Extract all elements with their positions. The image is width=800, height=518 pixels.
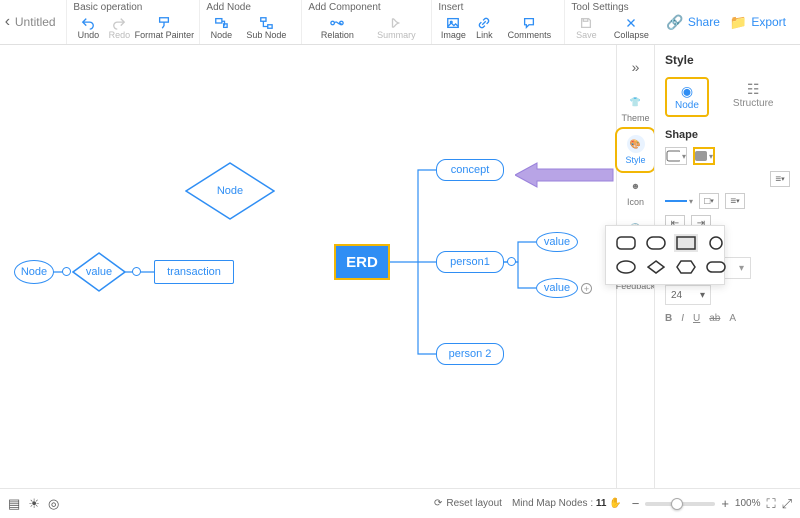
structure-icon: ☷ [747, 81, 760, 98]
shape-dropdown[interactable]: ▾ [665, 147, 687, 165]
fill-color-dropdown[interactable]: ▾ [693, 147, 715, 165]
node-floating-diamond[interactable]: Node [185, 162, 275, 220]
group-addnode: Add Node Node Sub Node [199, 0, 301, 44]
back-button[interactable]: ‹ [0, 0, 15, 44]
underline-button[interactable]: U [693, 313, 700, 324]
node-person1[interactable]: person1 [436, 251, 504, 273]
shape-ellipse[interactable] [614, 258, 638, 276]
group-toolsettings: Tool Settings Save Collapse [564, 0, 666, 44]
shape-picker-popup [605, 225, 725, 285]
shape-pill[interactable] [644, 234, 668, 252]
bold-button[interactable]: B [665, 313, 672, 324]
node-count: Mind Map Nodes : 11 ✋ [512, 498, 622, 509]
node-icon: ◉ [681, 83, 693, 100]
border-style[interactable]: ▾ [665, 197, 693, 206]
strip-style[interactable]: 🎨Style [617, 129, 654, 171]
shape-rect[interactable] [674, 234, 698, 252]
canvas[interactable]: Node value transaction Node ERD concept … [0, 45, 615, 488]
handle-icon[interactable] [507, 257, 516, 266]
fullscreen-icon[interactable]: ⤢ [782, 496, 792, 512]
node-transaction[interactable]: transaction [154, 260, 234, 284]
undo-button[interactable]: Undo [73, 15, 103, 40]
border-square[interactable]: □▾ [699, 193, 719, 209]
group-label: Add Component [308, 2, 425, 15]
export-button[interactable]: 📁Export [730, 14, 786, 31]
group-label: Tool Settings [571, 2, 660, 15]
hand-icon[interactable]: ✋ [609, 498, 621, 509]
redo-button[interactable]: Redo [104, 15, 134, 40]
node-erd-center[interactable]: ERD [334, 244, 390, 280]
border-weight[interactable]: ≡▾ [725, 193, 745, 209]
panel-collapse-icon[interactable]: » [632, 53, 640, 87]
insert-comments-button[interactable]: Comments [500, 15, 558, 40]
insert-image-button[interactable]: Image [438, 15, 468, 40]
node-left-oval[interactable]: Node [14, 260, 54, 284]
fill-icon [695, 151, 707, 161]
group-insert: Insert Image Link Comments [431, 0, 564, 44]
relation-button[interactable]: Relation [308, 15, 366, 40]
workspace: Node value transaction Node ERD concept … [0, 45, 800, 488]
status-bar: ▤ ☀ ◎ ⟳Reset layout Mind Map Nodes : 11 … [0, 488, 800, 518]
panel-title: Style [665, 53, 790, 67]
handle-icon[interactable] [132, 267, 141, 276]
strip-theme[interactable]: 👕Theme [617, 87, 654, 129]
add-child-icon[interactable]: + [581, 283, 592, 294]
strike-button[interactable]: ab [709, 313, 720, 324]
font-size-select[interactable]: 24▾ [665, 285, 711, 305]
top-toolbar: ‹ Untitled Basic operation Undo Redo For… [0, 0, 800, 45]
shape-rounded-rect[interactable] [614, 234, 638, 252]
add-node-button[interactable]: Node [206, 15, 236, 40]
format-painter-button[interactable]: Format Painter [135, 15, 193, 40]
fontcolor-button[interactable]: A [729, 313, 736, 324]
zoom-in-button[interactable]: + [721, 496, 729, 511]
zoom-out-button[interactable]: − [632, 496, 640, 511]
group-basic: Basic operation Undo Redo Format Painter [66, 0, 199, 44]
node-concept[interactable]: concept [436, 159, 504, 181]
reset-layout-button[interactable]: ⟳Reset layout [434, 498, 502, 509]
shirt-icon: 👕 [627, 93, 645, 111]
shape-capsule[interactable] [704, 258, 728, 276]
group-label: Basic operation [73, 2, 193, 15]
smiley-icon: ☻ [627, 177, 645, 195]
shape-hexagon[interactable] [674, 258, 698, 276]
insert-link-button[interactable]: Link [469, 15, 499, 40]
zoom-controls: − + 100% ⛶ ⤢ [632, 496, 792, 512]
node-value-diamond[interactable]: value [72, 252, 126, 292]
handle-icon[interactable] [62, 267, 71, 276]
tab-node[interactable]: ◉Node [665, 77, 709, 117]
zoom-slider[interactable] [645, 502, 715, 506]
zoom-level: 100% [735, 498, 761, 509]
strip-icon[interactable]: ☻Icon [617, 171, 654, 213]
refresh-icon: ⟳ [434, 498, 442, 509]
group-addcomponent: Add Component Relation Summary [301, 0, 431, 44]
focus-icon[interactable]: ◎ [48, 496, 59, 512]
align-dropdown[interactable]: ≡▾ [770, 171, 790, 187]
shape-diamond[interactable] [644, 258, 668, 276]
doc-title[interactable]: Untitled [15, 0, 67, 44]
group-label: Insert [438, 2, 558, 15]
italic-button[interactable]: I [681, 313, 684, 324]
fit-screen-icon[interactable]: ⛶ [766, 496, 775, 512]
section-shape-label: Shape [665, 129, 790, 141]
outline-view-icon[interactable]: ▤ [8, 496, 20, 512]
add-subnode-button[interactable]: Sub Node [237, 15, 295, 40]
save-button[interactable]: Save [571, 15, 601, 40]
collapse-button[interactable]: Collapse [602, 15, 660, 40]
share-button[interactable]: 🔗Share [666, 14, 719, 31]
palette-icon: 🎨 [627, 135, 645, 153]
summary-button[interactable]: Summary [367, 15, 425, 40]
node-value1-oval[interactable]: value [536, 232, 578, 252]
presentation-icon[interactable]: ☀ [28, 496, 40, 512]
node-person2[interactable]: person 2 [436, 343, 504, 365]
tab-structure[interactable]: ☷Structure [725, 77, 782, 117]
shape-circle[interactable] [704, 234, 728, 252]
node-value2-oval[interactable]: value [536, 278, 578, 298]
group-label: Add Node [206, 2, 295, 15]
